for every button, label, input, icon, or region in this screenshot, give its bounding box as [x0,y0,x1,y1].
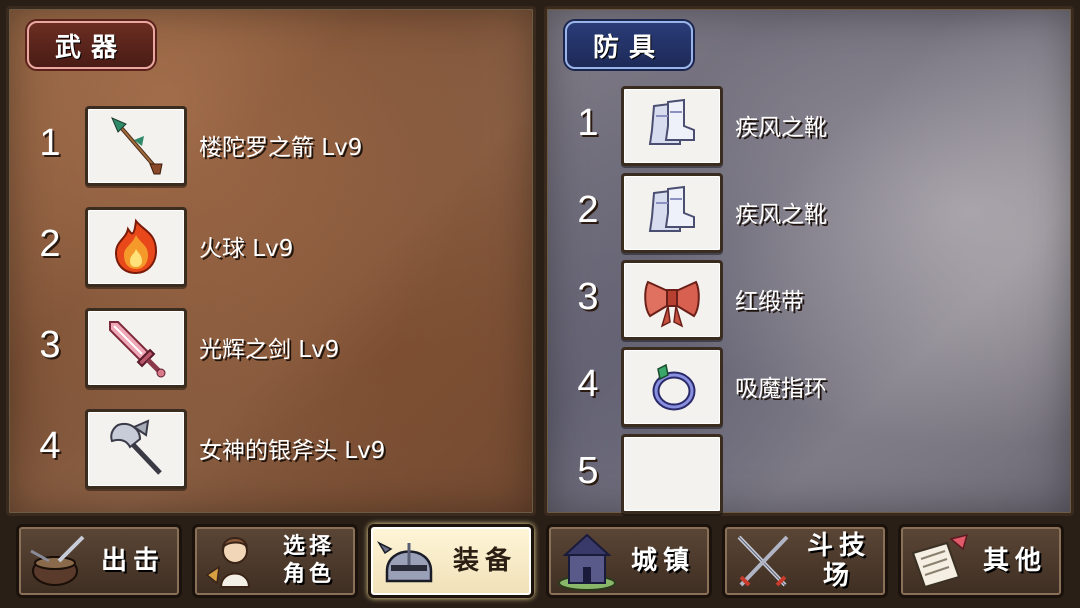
weapon-name: 楼陀罗之箭 Lv9 [199,135,363,161]
weapon-row-4[interactable]: 4 女神的银斧头 Lv9 [9,409,533,491]
armor-slot-4[interactable] [621,347,723,427]
armor-row-3[interactable]: 3 红缎带 [547,260,1071,342]
nav-label-equipment: 装备 [452,546,517,576]
armor-row-1[interactable]: 1 疾风之靴 [547,86,1071,168]
character-icon [205,537,251,588]
armor-slot-number: 2 [577,189,599,231]
armor-slot-1[interactable] [621,86,723,166]
scroll-icon [911,533,969,589]
weapons-panel: 武器 1 楼陀罗之箭 Lv9 2 火球 Lv9 3 光辉之剑 Lv9 4 女神的… [6,6,536,516]
nav-button-town[interactable]: 城镇 [546,524,712,598]
bottom-nav-bar: 出击 选择 角色 装备 城镇 斗技场 其他 [0,520,1080,608]
armor-row-5[interactable]: 5 [547,434,1071,516]
nav-button-sortie[interactable]: 出击 [16,524,182,598]
arrow-icon [111,117,163,175]
armor-name: 吸魔指环 [735,376,827,402]
weapon-slot-1[interactable] [85,106,187,186]
castle-icon [558,533,616,591]
ribbon-icon [644,280,700,328]
armor-slot-number: 1 [577,102,599,144]
ring-icon [652,363,696,411]
armor-slot-number: 3 [577,276,599,318]
nav-label-town: 城镇 [630,546,695,576]
sword-icon [109,321,166,378]
armor-slot-number: 5 [577,450,599,492]
weapon-row-3[interactable]: 3 光辉之剑 Lv9 [9,308,533,390]
nav-button-equipment[interactable]: 装备 [368,524,534,598]
armor-slot-2[interactable] [621,173,723,253]
armor-row-4[interactable]: 4 吸魔指环 [547,347,1071,429]
armor-name: 疾风之靴 [735,202,827,228]
armor-slot-5-empty[interactable] [621,434,723,514]
boots-icon [648,98,695,145]
weapon-slot-4[interactable] [85,409,187,489]
weapon-slot-2[interactable] [85,207,187,287]
nav-label-arena: 斗技场 [806,531,871,591]
weapon-slot-number: 3 [39,324,61,366]
crossed-swords-icon [737,535,789,587]
nav-label-select-character: 选择 角色 [269,527,349,595]
weapon-slot-number: 2 [39,223,61,265]
nav-label-other: 其他 [982,546,1047,576]
weapon-row-1[interactable]: 1 楼陀罗之箭 Lv9 [9,106,533,188]
axe-icon [110,419,162,475]
weapon-row-2[interactable]: 2 火球 Lv9 [9,207,533,289]
war-pot-icon [30,535,85,586]
weapon-slot-3[interactable] [85,308,187,388]
weapons-title: 武器 [27,21,156,69]
armor-panel: 防具 1 疾风之靴 2 疾风之靴 3 红缎带 4 吸魔指环 5 [544,6,1074,516]
weapon-name: 火球 Lv9 [199,236,294,262]
weapon-slot-number: 4 [39,425,61,467]
armor-name: 疾风之靴 [735,115,827,141]
weapon-name: 女神的银斧头 Lv9 [199,438,386,464]
nav-button-select-character[interactable]: 选择 角色 [192,524,358,598]
helmet-icon [377,541,433,583]
nav-label-sortie: 出击 [100,546,165,576]
armor-slot-3[interactable] [621,260,723,340]
armor-name: 红缎带 [735,289,804,315]
nav-button-other[interactable]: 其他 [898,524,1064,598]
boots-icon [648,185,695,232]
fireball-icon [114,218,158,275]
weapon-slot-number: 1 [39,122,61,164]
nav-button-arena[interactable]: 斗技场 [722,524,888,598]
armor-title: 防具 [565,21,694,69]
armor-slot-number: 4 [577,363,599,405]
nav-label-select-character-text: 选择 角色 [282,534,335,587]
weapon-name: 光辉之剑 Lv9 [199,337,340,363]
armor-row-2[interactable]: 2 疾风之靴 [547,173,1071,255]
